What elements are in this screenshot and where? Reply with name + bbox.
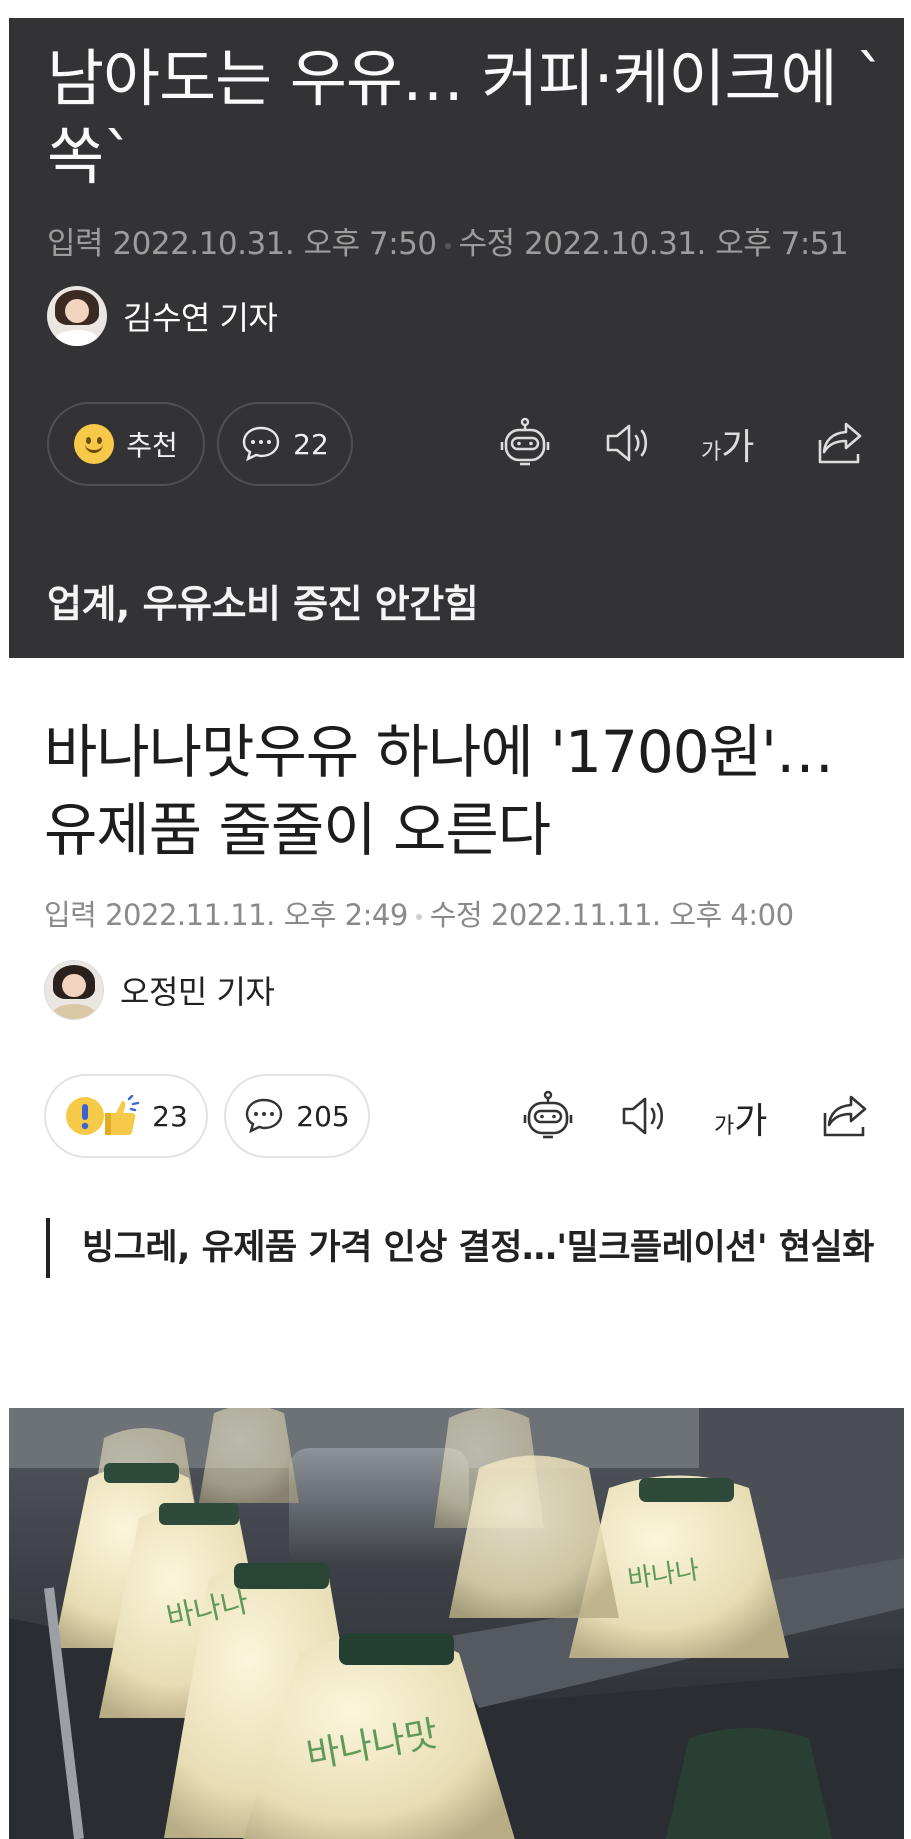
comment-button[interactable]: 205 <box>224 1074 370 1158</box>
font-size-icon[interactable]: 가가 <box>701 418 754 470</box>
article-title: 바나나맛우유 하나에 '1700원'… 유제품 줄줄이 오른다 <box>44 718 834 864</box>
article-title: 남아도는 우유… 커피·케이크에 `쏙` <box>47 42 886 193</box>
article-dates: 입력 2022.11.11. 오후 2:49 수정 2022.11.11. 오후 … <box>44 892 794 934</box>
summary-bot-icon[interactable] <box>520 1088 576 1144</box>
published-label: 입력 <box>47 226 104 262</box>
modified-label: 수정 <box>429 898 483 932</box>
speaker-icon[interactable] <box>617 1088 673 1144</box>
author[interactable]: 김수연 기자 <box>47 286 278 346</box>
author-name: 김수연 기자 <box>123 299 278 337</box>
comment-count: 22 <box>293 427 329 461</box>
author[interactable]: 오정민 기자 <box>44 960 275 1020</box>
avatar <box>47 286 107 346</box>
font-size-icon[interactable]: 가가 <box>714 1092 767 1144</box>
surprise-icon <box>66 1097 105 1135</box>
article-photo: 바나나 바나나 바나나맛 <box>9 1408 904 1839</box>
published-label: 입력 <box>44 898 97 932</box>
font-size-small: 가 <box>714 1114 735 1139</box>
article-card-dark: 남아도는 우유… 커피·케이크에 `쏙` 입력 2022.10.31. 오후 7… <box>9 18 904 658</box>
published-date: 2022.11.11. 오후 2:49 <box>105 898 408 932</box>
modified-date: 2022.10.31. 오후 7:51 <box>524 226 849 262</box>
share-icon[interactable] <box>813 415 869 471</box>
font-size-large: 가 <box>734 1101 768 1142</box>
comment-icon <box>242 426 280 462</box>
reaction-count: 23 <box>152 1099 188 1133</box>
recommend-button[interactable]: 추천 <box>47 402 205 486</box>
summary-bot-icon[interactable] <box>497 415 553 471</box>
share-icon[interactable] <box>818 1088 874 1144</box>
speaker-icon[interactable] <box>601 415 657 471</box>
recommend-label: 추천 <box>126 429 178 462</box>
article-subhead: 업계, 우유소비 증진 안간힘 <box>47 582 479 626</box>
font-size-large: 가 <box>721 427 755 468</box>
comment-button[interactable]: 22 <box>217 402 353 486</box>
reaction-button[interactable]: 23 <box>44 1074 208 1158</box>
thumbs-up-icon <box>105 1095 140 1135</box>
avatar <box>44 960 104 1020</box>
font-size-small: 가 <box>701 440 722 465</box>
modified-date: 2022.11.11. 오후 4:00 <box>490 898 794 932</box>
author-name: 오정민 기자 <box>120 973 275 1011</box>
article-dates: 입력 2022.10.31. 오후 7:50 수정 2022.10.31. 오후 … <box>47 218 849 263</box>
article-subhead: 빙그레, 유제품 가격 인상 결정…'밀크플레이션' 현실화 <box>46 1218 902 1278</box>
smile-icon <box>74 424 115 464</box>
comment-icon <box>246 1098 283 1134</box>
comment-count: 205 <box>296 1099 350 1133</box>
modified-label: 수정 <box>458 226 516 262</box>
published-date: 2022.10.31. 오후 7:50 <box>112 226 437 262</box>
